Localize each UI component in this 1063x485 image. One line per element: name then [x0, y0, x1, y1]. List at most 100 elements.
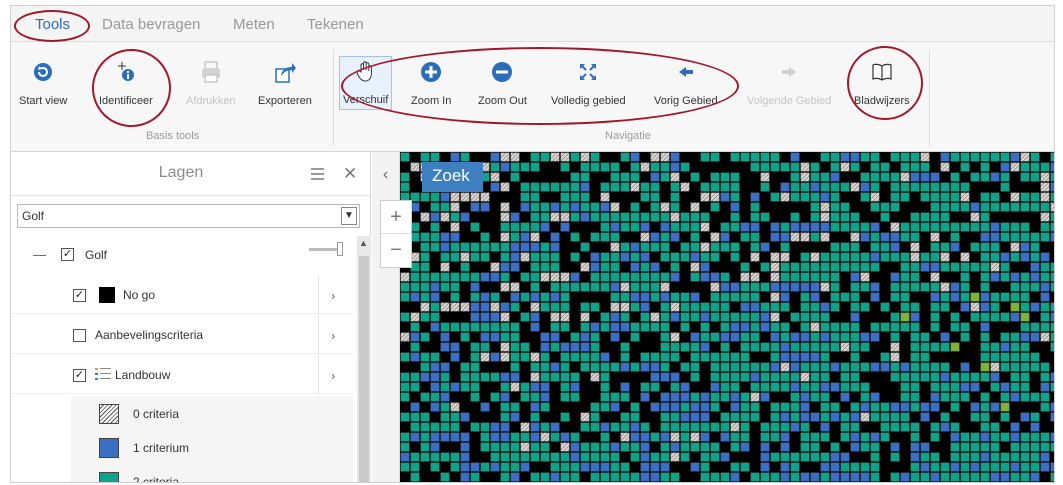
grid-cell	[650, 452, 660, 462]
identificeer-button[interactable]: Identificeer	[99, 60, 153, 107]
grid-cell	[1020, 222, 1030, 232]
grid-cell	[700, 222, 710, 232]
start-view-button[interactable]: Start view	[19, 60, 67, 107]
grid-cell	[750, 342, 760, 352]
grid-cell	[420, 232, 430, 242]
grid-cell	[890, 282, 900, 292]
grid-cell	[690, 442, 700, 452]
grid-cell	[930, 242, 940, 252]
collapse-icon[interactable]: —	[33, 247, 46, 262]
grid-cell	[630, 362, 640, 372]
grid-cell	[440, 242, 450, 252]
grid-cell	[850, 182, 860, 192]
grid-cell	[690, 422, 700, 432]
grid-cell	[790, 152, 800, 162]
grid-cell	[640, 212, 650, 222]
chevron-down-icon[interactable]: ▼	[341, 207, 357, 225]
grid-cell	[560, 442, 570, 452]
grid-cell	[651, 483, 660, 484]
grid-cell	[980, 282, 990, 292]
map-zoom-in-button[interactable]: +	[381, 201, 411, 234]
grid-cell	[971, 483, 980, 484]
tab-data-bevragen[interactable]: Data bevragen	[102, 16, 200, 33]
grid-cell	[520, 242, 530, 252]
opacity-slider[interactable]	[309, 242, 343, 256]
grid-cell	[611, 483, 620, 484]
chevron-right-icon[interactable]: ›	[331, 288, 335, 303]
grid-cell	[410, 352, 420, 362]
grid-cell	[560, 452, 570, 462]
grid-cell	[450, 232, 460, 242]
afdrukken-button[interactable]: Afdrukken	[186, 60, 236, 107]
grid-cell	[820, 372, 830, 382]
grid-cell	[420, 392, 430, 402]
zoom-out-button[interactable]: Zoom Out	[478, 60, 527, 107]
grid-cell	[1050, 152, 1054, 162]
grid-cell	[550, 242, 560, 252]
grid-cell	[660, 442, 670, 452]
menu-icon[interactable]	[311, 168, 324, 183]
grid-cell	[960, 442, 970, 452]
layer-group-checkbox[interactable]: ✓	[61, 248, 74, 261]
grid-cell	[800, 182, 810, 192]
verschuif-button[interactable]: Verschuif	[339, 56, 393, 110]
grid-cell	[810, 382, 820, 392]
grid-cell	[640, 322, 650, 332]
grid-cell	[860, 282, 870, 292]
tab-meten[interactable]: Meten	[233, 16, 275, 33]
grid-cell	[430, 212, 440, 222]
bladwijzers-button[interactable]: Bladwijzers	[854, 60, 910, 107]
tab-tools[interactable]: Tools	[35, 16, 70, 33]
grid-cell	[570, 172, 580, 182]
grid-cell	[840, 422, 850, 432]
map-zoom-out-button[interactable]: −	[381, 234, 411, 267]
layer-checkbox-no-go[interactable]: ✓	[73, 289, 86, 302]
grid-cell	[430, 432, 440, 442]
grid-cell	[820, 412, 830, 422]
chevron-right-icon[interactable]: ›	[331, 368, 335, 383]
opacity-slider-handle[interactable]	[337, 242, 343, 256]
zoom-in-button[interactable]: Zoom In	[411, 60, 451, 107]
layers-scrollbar[interactable]: ▲	[357, 236, 371, 482]
grid-cell	[540, 392, 550, 402]
search-button[interactable]: Zoek	[422, 162, 483, 192]
grid-cell	[720, 182, 730, 192]
layer-row-landbouw[interactable]: ✓ Landbouw ›	[11, 356, 353, 394]
grid-cell	[670, 292, 680, 302]
grid-cell	[580, 322, 590, 332]
grid-cell	[640, 382, 650, 392]
layer-row-no-go[interactable]: ✓ No go ›	[11, 276, 353, 314]
grid-cell	[980, 422, 990, 432]
chevron-right-icon[interactable]: ›	[331, 328, 335, 343]
grid-cell	[710, 362, 720, 372]
grid-cell	[440, 392, 450, 402]
grid-cell	[480, 322, 490, 332]
grid-cell	[610, 212, 620, 222]
grid-cell	[950, 292, 960, 302]
layer-label-no-go: No go	[123, 288, 156, 302]
grid-cell	[710, 182, 720, 192]
map-view[interactable]: ‹ Zoek + −	[372, 152, 1054, 484]
grid-cell	[870, 452, 880, 462]
volledig-gebied-button[interactable]: Volledig gebied	[551, 60, 626, 107]
layer-group-select[interactable]: Golf ▼	[17, 204, 360, 228]
grid-cell	[630, 402, 640, 412]
layer-checkbox-landbouw[interactable]: ✓	[73, 369, 86, 382]
exporteren-button[interactable]: Exporteren	[258, 60, 312, 107]
layer-checkbox-aanbevelingscriteria[interactable]	[73, 329, 86, 342]
grid-cell	[470, 202, 480, 212]
scroll-up-icon[interactable]: ▲	[359, 238, 368, 248]
grid-cell	[750, 362, 760, 372]
grid-cell	[510, 472, 520, 482]
grid-cell	[1030, 452, 1040, 462]
tab-tekenen[interactable]: Tekenen	[307, 16, 364, 33]
grid-cell	[520, 462, 530, 472]
scrollbar-thumb[interactable]	[359, 256, 369, 482]
volgende-gebied-button[interactable]: Volgende Gebied	[747, 60, 831, 107]
grid-cell	[610, 232, 620, 242]
layer-row-aanbevelingscriteria[interactable]: Aanbevelingscriteria ›	[11, 316, 353, 354]
vorig-gebied-button[interactable]: Vorig Gebied	[654, 60, 718, 107]
grid-cell	[510, 152, 520, 162]
close-icon[interactable]: ✕	[343, 164, 357, 184]
grid-cell	[560, 222, 570, 232]
